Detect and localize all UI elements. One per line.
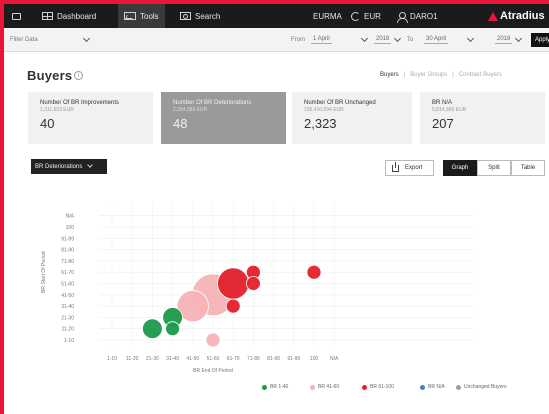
- legend-label: BR 41-60: [318, 384, 340, 390]
- legend-dot: [262, 384, 267, 390]
- y-tick-label: 61-70: [61, 270, 74, 276]
- x-tick-label: 100: [310, 356, 319, 362]
- y-axis-title: BR Start Of Period: [41, 251, 47, 293]
- bubble-chart: 1-10 11-20 21-30 31-40 41-50 51-60 61-70 71-80 8…: [41, 202, 474, 374]
- legend-dot: [456, 384, 461, 390]
- legend-item-br-41-60[interactable]: BR 41-60: [310, 382, 339, 392]
- x-tick-label: 31-40: [166, 356, 179, 362]
- x-tick-label: 71-80: [247, 356, 260, 362]
- legend-item-br-1-40[interactable]: BR 1-40: [262, 382, 288, 392]
- bubble-point: [245, 276, 261, 291]
- y-tick-label: 1-10: [64, 338, 74, 344]
- bubble-point: [165, 321, 181, 337]
- bubble-point: [306, 264, 322, 280]
- x-tick-label: 61-70: [227, 356, 240, 362]
- y-tick-label: 81-90: [61, 248, 74, 254]
- legend-label: Unchanged Buyers: [464, 384, 507, 390]
- legend-label: BR 1-40: [270, 384, 289, 390]
- x-tick-label: 1-10: [107, 356, 117, 362]
- y-tick-label: 31-40: [61, 304, 74, 310]
- y-tick-label: 100: [66, 225, 75, 231]
- x-tick-label: 21-30: [146, 356, 159, 362]
- y-tick-label: 71-80: [61, 259, 74, 265]
- legend-item-br-61-100[interactable]: BR 61-100: [362, 382, 394, 392]
- app-frame: Dashboard Tools Search EURMA EUR DARO1 A…: [4, 4, 549, 414]
- x-tick-label: 81-90: [267, 356, 280, 362]
- legend-item-unchanged[interactable]: Unchanged Buyers: [456, 382, 507, 392]
- x-tick-label: N/A: [330, 356, 339, 362]
- y-tick-label: 11-20: [62, 327, 75, 333]
- legend-item-br-na[interactable]: BR N/A: [420, 382, 445, 392]
- y-tick-label: 51-60: [61, 282, 74, 288]
- legend-dot: [310, 384, 315, 390]
- legend-label: BR N/A: [428, 384, 445, 390]
- x-tick-label: 51-60: [207, 356, 220, 362]
- x-tick-label: 91-99: [287, 356, 300, 362]
- legend-label: BR 61-100: [370, 384, 394, 390]
- legend-dot: [362, 384, 367, 390]
- legend-dot: [420, 384, 425, 390]
- y-tick-label: 41-50: [61, 293, 74, 299]
- x-axis-title: BR End Of Period: [193, 368, 233, 374]
- bubble-point: [142, 318, 163, 339]
- bubble-point: [217, 267, 250, 300]
- x-tick-label: 11-20: [126, 356, 139, 362]
- y-tick-label: N/A: [66, 214, 75, 220]
- bubble-point: [205, 332, 221, 348]
- bubble-point: [225, 298, 241, 314]
- x-tick-label: 41-50: [186, 356, 199, 362]
- y-tick-label: 91-99: [61, 236, 74, 242]
- y-tick-label: 21-30: [61, 315, 74, 321]
